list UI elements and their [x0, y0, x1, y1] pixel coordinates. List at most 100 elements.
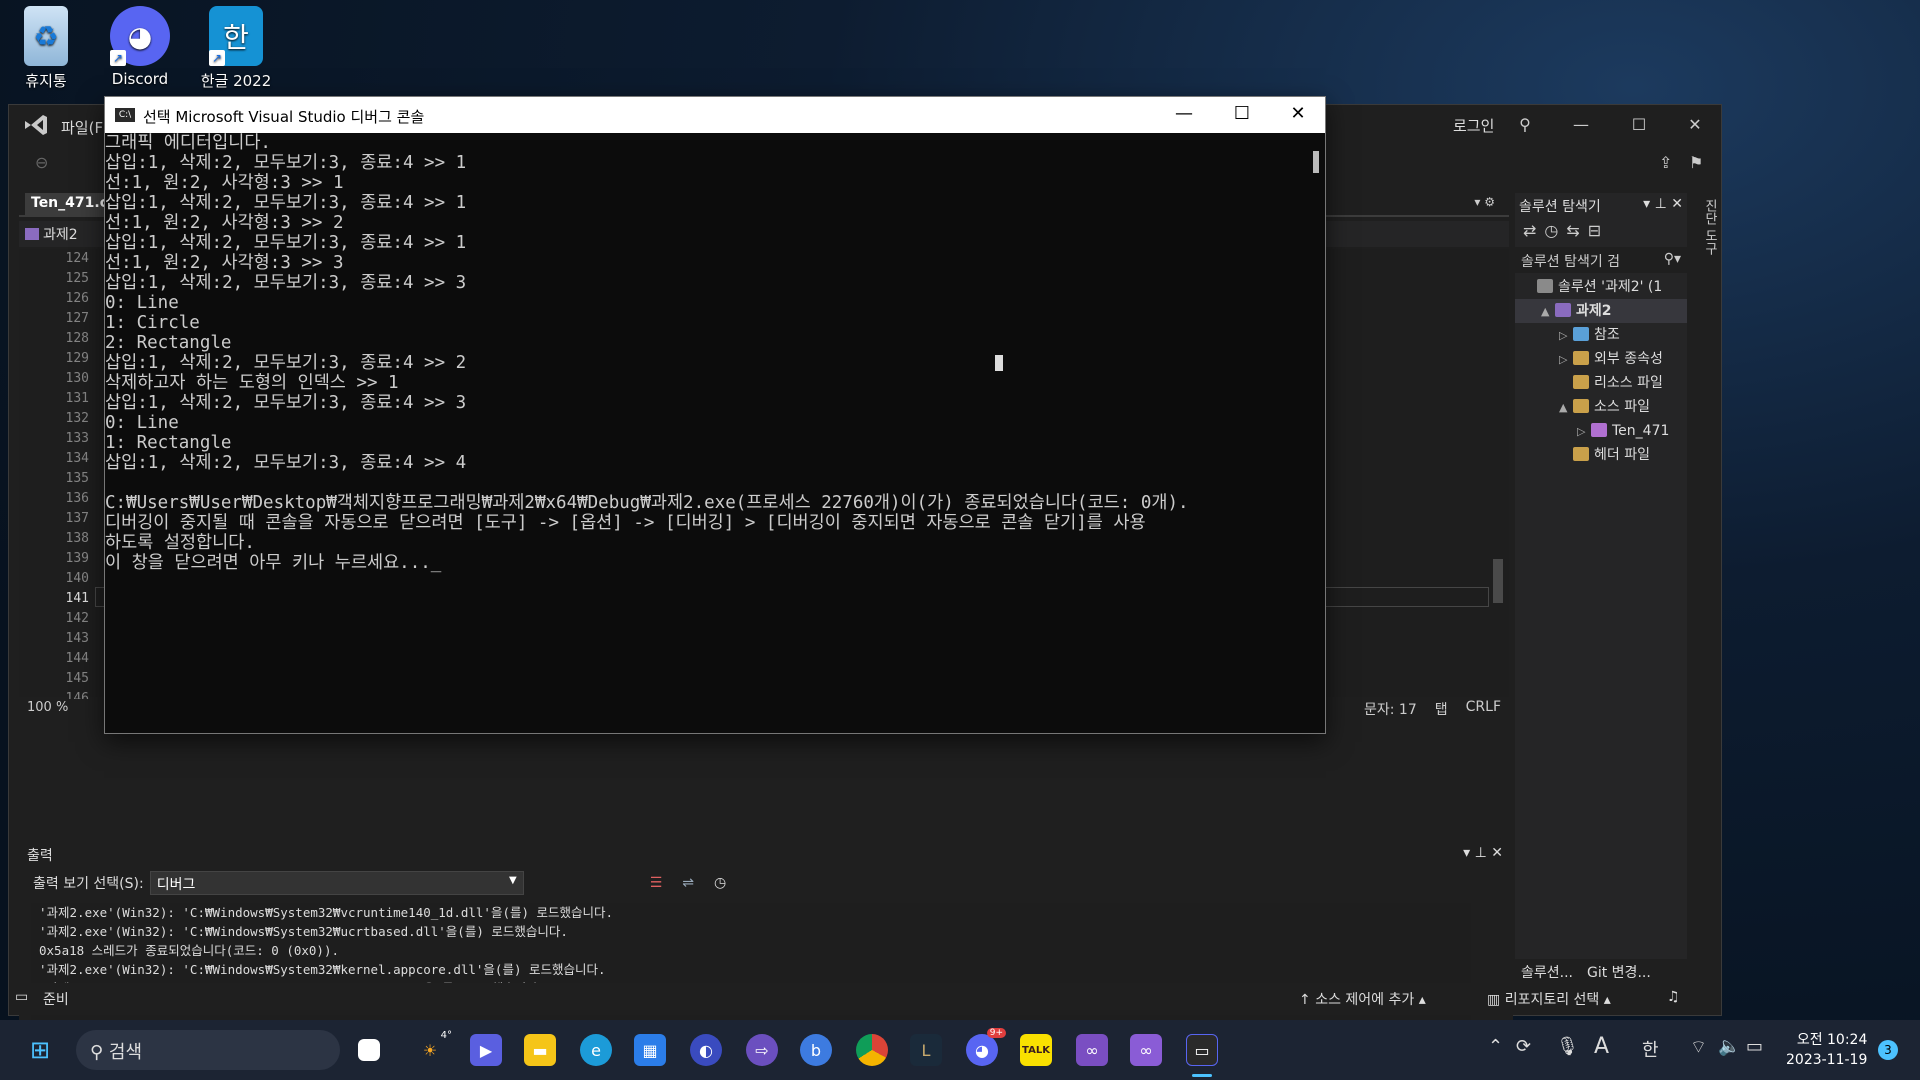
ime-mode-han[interactable]: 한: [1642, 1036, 1659, 1062]
power-automate-icon[interactable]: ⇨: [746, 1034, 778, 1066]
notification-badge[interactable]: 3: [1878, 1040, 1898, 1060]
visual-studio-icon[interactable]: ∞: [1130, 1034, 1162, 1066]
solution-explorer-title: 솔루션 탐색기: [1519, 199, 1601, 215]
word-wrap-icon[interactable]: ⇌: [682, 875, 694, 891]
scrollbar-thumb[interactable]: [1493, 559, 1503, 603]
console-line: 삽입:1, 삭제:2, 모두보기:3, 종료:4 >> 2: [105, 353, 467, 373]
source-control-button[interactable]: ↑ 소스 제어에 추가 ▴: [1299, 989, 1426, 1009]
battery-icon[interactable]: ▭: [1746, 1036, 1763, 1057]
tree-item-icon: [1573, 327, 1589, 341]
volume-icon[interactable]: 🔈: [1718, 1036, 1740, 1057]
app-icon-blue[interactable]: ◐: [690, 1034, 722, 1066]
pin-icon[interactable]: ▾ ⊥ ✕: [1643, 196, 1683, 212]
tree-item[interactable]: ▷ 참조: [1515, 323, 1687, 347]
solution-search-input[interactable]: 솔루션 탐색기 검 ⚲▾: [1515, 247, 1687, 273]
tab-dropdown-icon[interactable]: ▾ ⚙: [1474, 195, 1495, 209]
debug-console-window[interactable]: C:\ 선택 Microsoft Visual Studio 디버그 콘솔 — …: [104, 96, 1326, 734]
clock-date: 2023-11-19: [1786, 1052, 1868, 1068]
output-source-label: 출력 보기 선택(S):: [33, 876, 144, 892]
taskbar-search[interactable]: ⚲ 검색: [76, 1030, 340, 1070]
meet-icon[interactable]: ▶: [470, 1034, 502, 1066]
tree-item[interactable]: ▲ 과제2: [1515, 299, 1687, 323]
clear-all-icon[interactable]: ☰: [650, 875, 663, 891]
discord-shortcut[interactable]: ◕ ↗ Discord: [98, 6, 182, 88]
output-source-value: 디버그: [156, 877, 196, 893]
expand-arrow-icon[interactable]: ▲: [1559, 396, 1573, 419]
league-of-legends-icon[interactable]: L: [910, 1034, 942, 1066]
console-titlebar[interactable]: C:\ 선택 Microsoft Visual Studio 디버그 콘솔 — …: [105, 97, 1325, 133]
console-scrollbar[interactable]: [1307, 133, 1325, 733]
tree-item[interactable]: 솔루션 '과제2' (1: [1515, 275, 1687, 299]
share-icon[interactable]: ⇪: [1659, 153, 1672, 172]
kakaotalk-icon[interactable]: TALK: [1020, 1034, 1052, 1066]
maximize-button[interactable]: ☐: [1619, 111, 1659, 139]
ime-mode-a[interactable]: A: [1594, 1034, 1609, 1059]
project-icon: [25, 228, 39, 240]
expand-arrow-icon[interactable]: ▲: [1541, 300, 1555, 323]
hangul-shortcut[interactable]: 한 ↗ 한글 2022: [194, 6, 278, 91]
close-button[interactable]: ✕: [1675, 111, 1715, 139]
console-scroll-thumb[interactable]: [1313, 151, 1319, 173]
tree-item[interactable]: ▷ Ten_471: [1515, 419, 1687, 443]
console-line: 1: Rectangle: [105, 433, 232, 453]
switch-views-icon[interactable]: ⇆: [1566, 221, 1579, 241]
sync-icon[interactable]: ⇄: [1523, 221, 1536, 241]
expand-arrow-icon[interactable]: ▷: [1559, 324, 1573, 347]
output-pin-close-icon[interactable]: ▾ ⊥ ✕: [1463, 845, 1503, 861]
console-maximize-button[interactable]: ☐: [1213, 97, 1271, 133]
diagnostic-tools-tab[interactable]: 진단 도구: [1693, 193, 1719, 373]
tray-overflow-icon[interactable]: ⌃: [1488, 1036, 1503, 1057]
login-link[interactable]: 로그인: [1453, 115, 1494, 136]
terminal-icon[interactable]: ▭: [1186, 1034, 1218, 1066]
feedback-icon[interactable]: ⚲: [1505, 111, 1545, 139]
bell-icon[interactable]: ♫: [1667, 989, 1680, 1005]
notification-icon[interactable]: ▭: [15, 989, 28, 1005]
tab-solution-explorer[interactable]: 솔루션...: [1521, 962, 1573, 981]
recycle-bin-shortcut[interactable]: ♻ 휴지통: [4, 6, 88, 91]
console-close-button[interactable]: ✕: [1269, 97, 1327, 133]
microphone-icon[interactable]: 🎙: [1556, 1036, 1579, 1057]
expand-arrow-icon[interactable]: ▷: [1577, 420, 1591, 443]
tab-git-changes[interactable]: Git 변경...: [1587, 962, 1651, 981]
wifi-icon[interactable]: ⌔: [1690, 1036, 1707, 1059]
live-share-icon[interactable]: ⚑: [1689, 153, 1703, 172]
history-icon[interactable]: ◷: [1544, 221, 1558, 241]
project-combo-label: 과제2: [43, 227, 78, 243]
task-view-icon[interactable]: [358, 1039, 380, 1061]
visual-studio-installer-icon[interactable]: ∞: [1076, 1034, 1108, 1066]
repository-button[interactable]: ▥ 리포지토리 선택 ▴: [1487, 989, 1611, 1009]
tree-item[interactable]: ▷ 외부 종속성: [1515, 347, 1687, 371]
zoom-level[interactable]: 100 %: [27, 700, 68, 715]
back-icon[interactable]: ⊖: [35, 153, 48, 172]
output-source-select[interactable]: 디버그 ▼: [149, 871, 524, 895]
clock-icon[interactable]: ◷: [714, 875, 726, 891]
console-output[interactable]: 그래픽 에디터입니다. 삽입:1, 삭제:2, 모두보기:3, 종료:4 >> 1…: [105, 133, 1307, 733]
line-number-gutter: 124 125 126 127 128 129 130 131 132 133 134 135 136 1…: [39, 249, 95, 706]
app-icon-b[interactable]: b: [800, 1034, 832, 1066]
start-button-icon[interactable]: ⊞: [24, 1034, 56, 1066]
tree-item[interactable]: ▲ 소스 파일: [1515, 395, 1687, 419]
taskbar-clock[interactable]: 오전 10:24 2023-11-19: [1786, 1030, 1867, 1070]
editor-vertical-scrollbar[interactable]: [1491, 249, 1505, 697]
file-explorer-icon[interactable]: ▬: [524, 1034, 556, 1066]
discord-taskbar-icon[interactable]: ◕ 9+: [966, 1028, 1006, 1066]
store-icon[interactable]: ▦: [634, 1034, 666, 1066]
edge-icon[interactable]: e: [580, 1034, 612, 1066]
tree-item-label: 외부 종속성: [1594, 351, 1663, 367]
tree-item[interactable]: 헤더 파일: [1515, 443, 1687, 467]
expand-arrow-icon[interactable]: ▷: [1559, 348, 1573, 371]
tray-sync-icon[interactable]: ⟳: [1516, 1036, 1531, 1057]
line-number: 129: [65, 351, 89, 366]
console-minimize-button[interactable]: —: [1155, 97, 1213, 133]
chrome-icon[interactable]: [856, 1034, 888, 1066]
collapse-all-icon[interactable]: ⊟: [1588, 221, 1601, 241]
weather-icon[interactable]: ☀ 4°: [414, 1030, 452, 1066]
project-combo[interactable]: 과제2: [25, 224, 78, 244]
line-ending[interactable]: CRLF: [1466, 699, 1501, 719]
tree-item-icon: [1591, 423, 1607, 437]
output-line: '과제2.exe'(Win32): 'C:₩Windows₩System32₩u…: [39, 924, 568, 939]
menu-file[interactable]: 파일(F: [61, 117, 103, 138]
minimize-button[interactable]: —: [1561, 111, 1601, 139]
tree-item[interactable]: 리소스 파일: [1515, 371, 1687, 395]
indent-mode[interactable]: 탭: [1435, 699, 1448, 719]
